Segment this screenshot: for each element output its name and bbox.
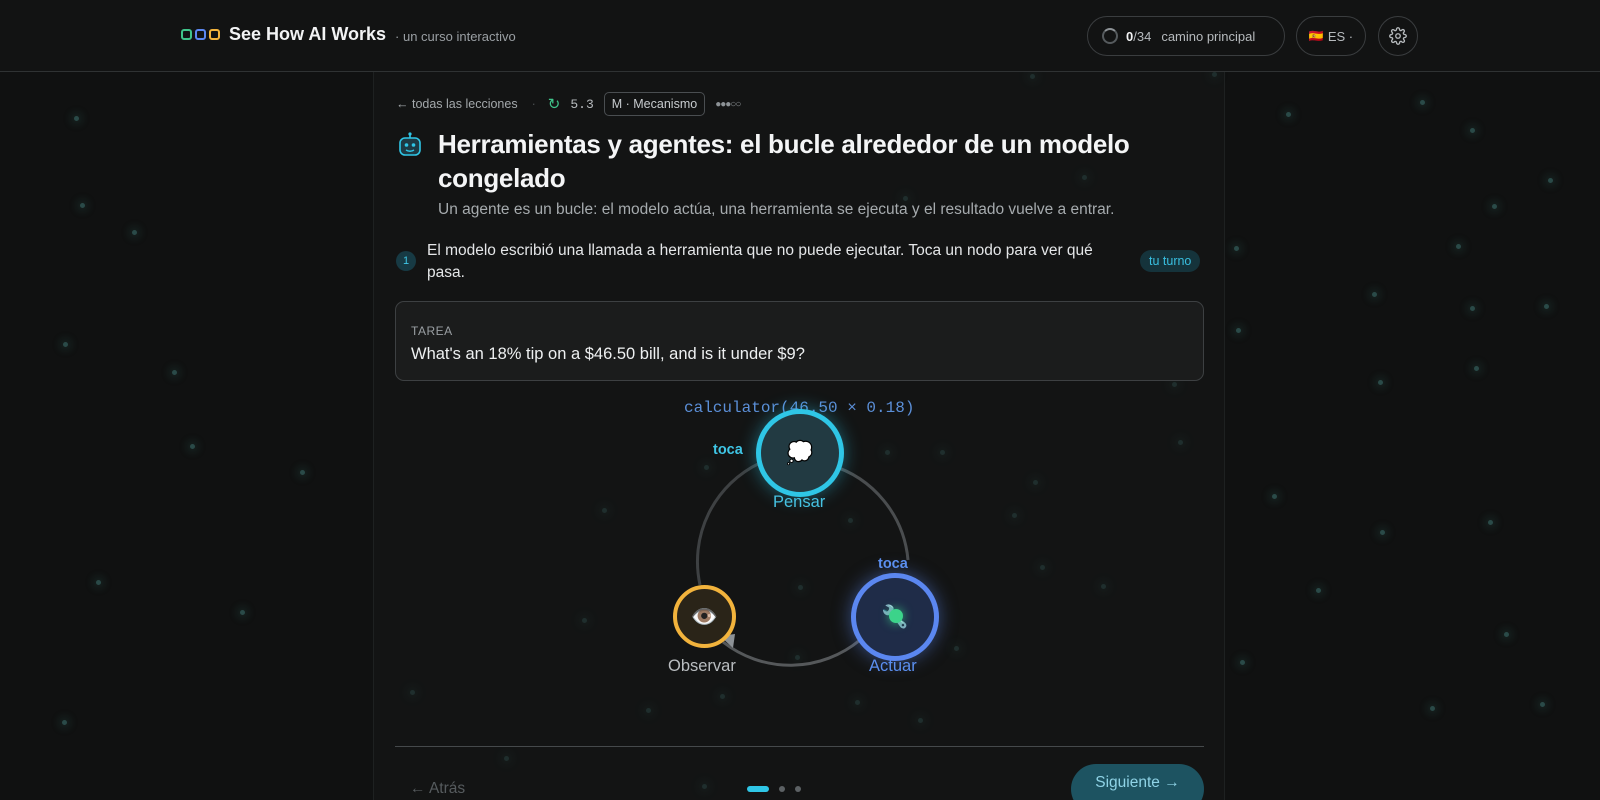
observe-node[interactable]: 👁️ [673, 585, 736, 648]
token-dot [889, 609, 903, 623]
task-card: TAREA What's an 18% tip on a $46.50 bill… [395, 301, 1204, 381]
think-node[interactable]: 💭 [756, 409, 844, 497]
robot-icon [399, 132, 421, 156]
breadcrumb: ← todas las lecciones · ↻ 5.3 M · Mecani… [396, 92, 741, 116]
pager-dot-1[interactable] [747, 786, 769, 792]
difficulty-dots: ●●●○○ [715, 98, 741, 110]
next-button[interactable]: Siguiente → [1071, 764, 1204, 800]
brand[interactable]: See How AI Works · un curso interactivo [181, 24, 516, 45]
act-node-label: Actuar [869, 657, 917, 675]
step-pager [747, 786, 801, 792]
task-label: TAREA [411, 324, 453, 338]
language-label: ES · [1327, 28, 1354, 44]
progress-total: /34 [1133, 28, 1152, 44]
think-node-label: Pensar [773, 493, 826, 511]
back-button[interactable]: ← Atrás [410, 780, 465, 798]
logo-icon [181, 29, 220, 40]
brand-title: See How AI Works [229, 24, 387, 44]
task-text: What's an 18% tip on a $46.50 bill, and … [411, 345, 805, 363]
all-lessons-link[interactable]: ← todas las lecciones [396, 97, 518, 111]
act-tap-hint: toca [878, 556, 908, 572]
your-turn-badge: tu turno [1140, 250, 1201, 272]
next-button-label: Siguiente → [1095, 774, 1180, 791]
brand-subtitle: · un curso interactivo [395, 28, 516, 44]
eye-icon: 👁️ [690, 603, 719, 629]
lesson-subtitle: Un agente es un bucle: el modelo actúa, … [438, 201, 1115, 218]
lesson-title: Herramientas y agentes: el bucle alreded… [438, 129, 1130, 193]
level-badge: M · Mecanismo [603, 92, 706, 116]
footer-divider [395, 746, 1204, 747]
progress-count: 0 [1126, 28, 1134, 44]
progress-ring-icon [1102, 28, 1118, 44]
lesson-number: 5.3 [570, 96, 594, 112]
gear-icon [1389, 27, 1407, 45]
breadcrumb-separator: · [531, 97, 536, 111]
language-selector[interactable]: 🇪🇸 ES · [1296, 16, 1366, 56]
spain-flag-icon: 🇪🇸 [1308, 29, 1324, 43]
observe-node-label: Observar [668, 657, 736, 675]
think-tap-hint: toca [713, 442, 743, 458]
thought-bubble-icon: 💭 [786, 440, 814, 465]
pager-dot-2[interactable] [779, 786, 785, 792]
step-number: 1 [396, 251, 416, 271]
progress-label: camino principal [1161, 28, 1256, 44]
step-instruction: El modelo escribió una llamada a herrami… [427, 242, 1093, 281]
top-bar: See How AI Works · un curso interactivo … [0, 0, 1600, 72]
progress-pill[interactable]: 0 /34 camino principal [1087, 16, 1285, 56]
settings-button[interactable] [1378, 16, 1418, 56]
pager-dot-3[interactable] [795, 786, 801, 792]
refresh-icon[interactable]: ↻ [548, 95, 561, 113]
